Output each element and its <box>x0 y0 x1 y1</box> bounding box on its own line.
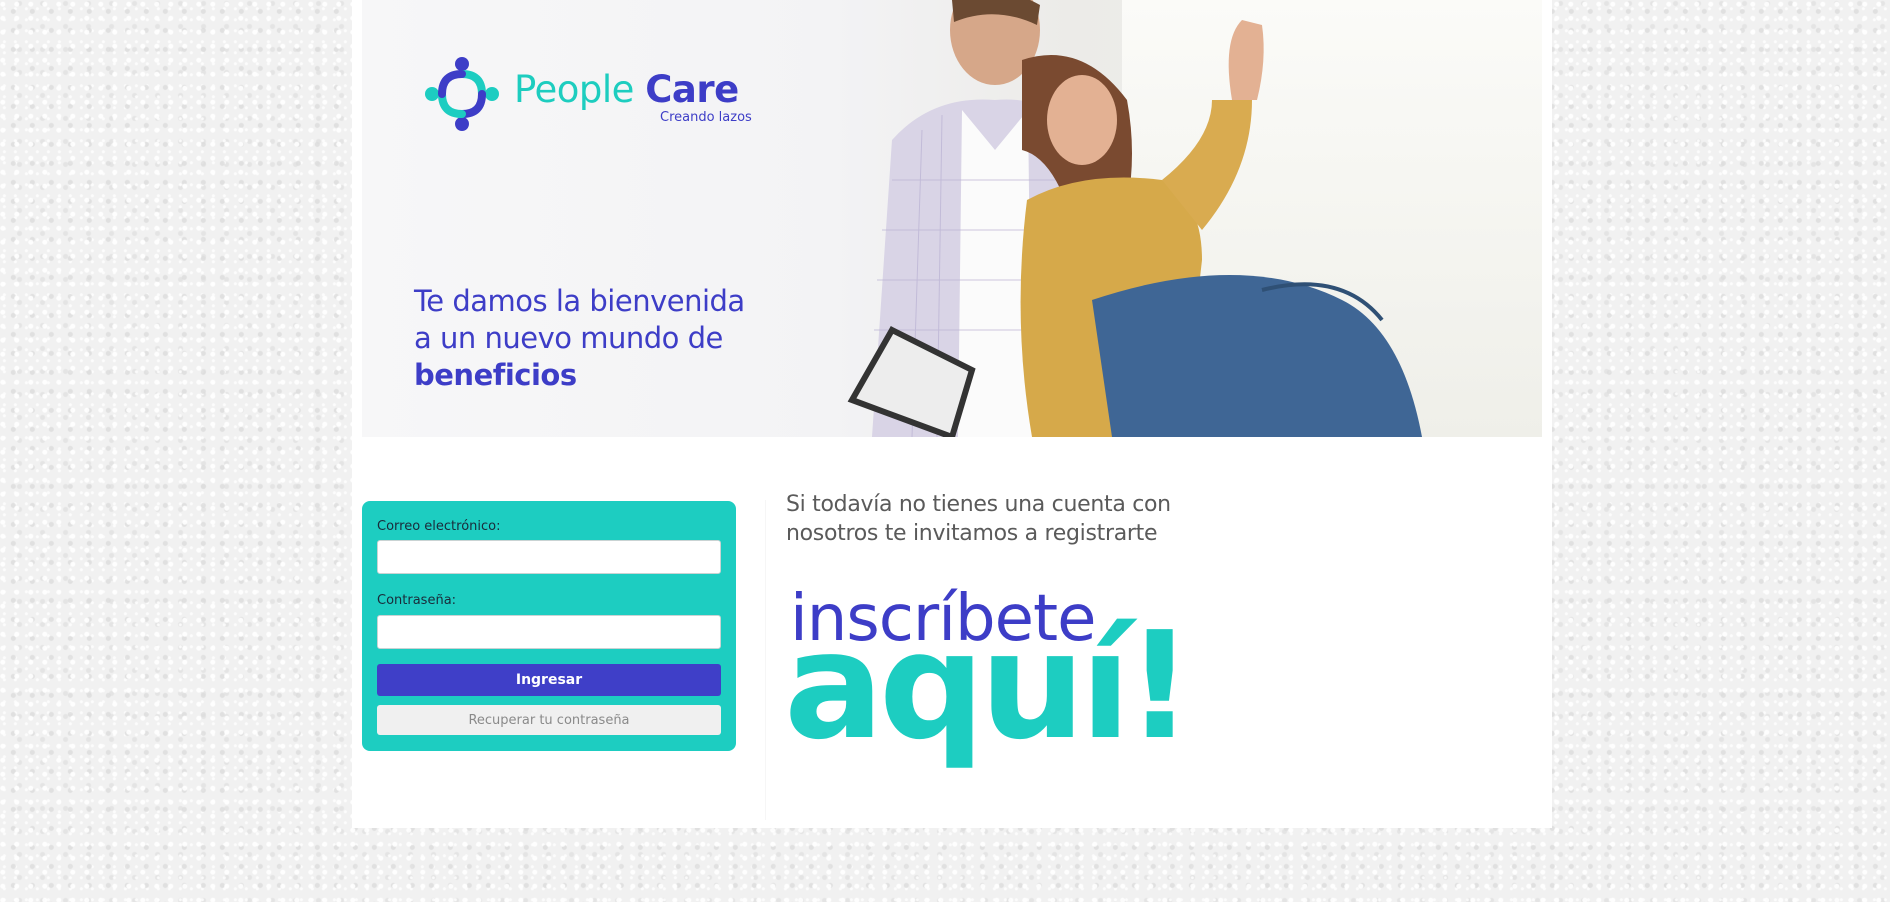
email-label: Correo electrónico: <box>377 519 501 534</box>
column-divider <box>765 500 766 820</box>
login-button[interactable]: Ingresar <box>377 664 721 696</box>
invite-line-2: nosotros te invitamos a registrarte <box>786 521 1158 546</box>
welcome-heading: Te damos la bienvenida a un nuevo mundo … <box>414 283 794 394</box>
register-invitation: Si todavía no tienes una cuenta con noso… <box>786 490 1226 548</box>
couple-photo <box>847 0 1422 437</box>
people-care-logo: People Care Creando lazos <box>420 52 760 142</box>
welcome-line-2: a un nuevo mundo de <box>414 321 723 355</box>
register-cta-link[interactable]: aquí! <box>784 612 1193 760</box>
logo-swirl-icon <box>425 57 499 131</box>
welcome-line-1: Te damos la bienvenida <box>414 284 745 318</box>
brand-tagline: Creando lazos <box>660 110 752 125</box>
recover-password-button[interactable]: Recuperar tu contraseña <box>377 705 721 735</box>
welcome-line-3: beneficios <box>414 358 577 392</box>
page-container: People Care Creando lazos Te damos la bi… <box>352 0 1552 828</box>
brand-name-part1: People <box>514 68 634 111</box>
login-form: Correo electrónico: Contraseña: Ingresar… <box>362 501 736 751</box>
brand-name: People Care <box>514 68 739 111</box>
hero-banner: People Care Creando lazos Te damos la bi… <box>362 0 1542 437</box>
password-label: Contraseña: <box>377 593 457 608</box>
email-field[interactable] <box>377 540 721 574</box>
password-field[interactable] <box>377 615 721 649</box>
brand-name-part2: Care <box>645 68 739 111</box>
invite-line-1: Si todavía no tienes una cuenta con <box>786 492 1171 517</box>
